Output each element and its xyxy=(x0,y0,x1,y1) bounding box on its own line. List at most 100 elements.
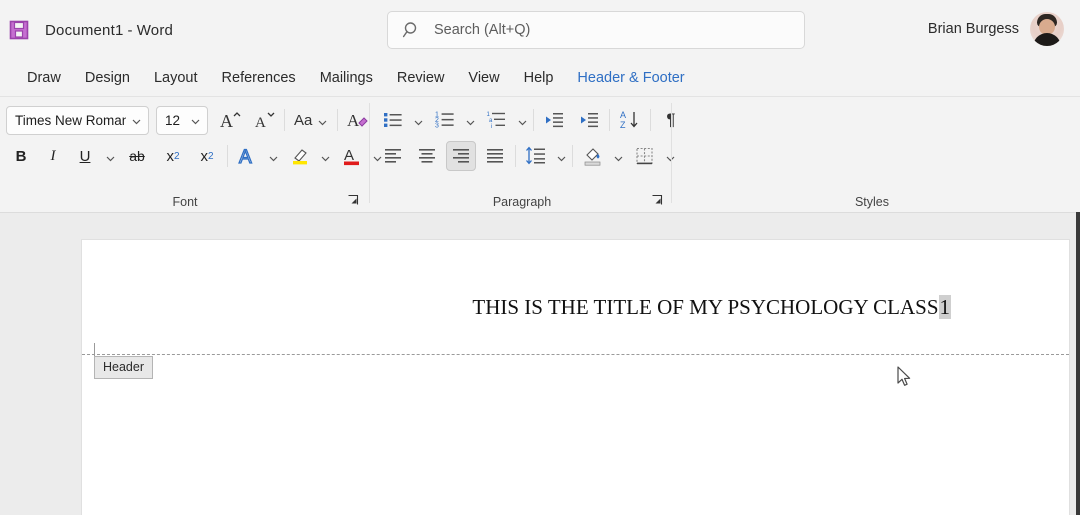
chevron-down-icon[interactable] xyxy=(105,151,116,162)
divider xyxy=(650,109,651,131)
svg-text:A: A xyxy=(344,147,354,164)
header-title-text: THIS IS THE TITLE OF MY PSYCHOLOGY CLASS xyxy=(472,295,938,319)
svg-text:A: A xyxy=(255,115,266,131)
align-justify-icon[interactable] xyxy=(480,141,510,171)
document-page[interactable]: THIS IS THE TITLE OF MY PSYCHOLOGY CLASS… xyxy=(81,239,1070,515)
align-right-icon[interactable] xyxy=(446,141,476,171)
strikethrough-button[interactable]: ab xyxy=(122,141,152,171)
align-center-icon[interactable] xyxy=(412,141,442,171)
divider xyxy=(369,103,370,203)
document-name: Document1 xyxy=(45,22,124,39)
svg-text:A: A xyxy=(347,111,360,130)
tab-help[interactable]: Help xyxy=(513,66,565,90)
chevron-down-icon[interactable] xyxy=(465,115,476,126)
chevron-down-icon[interactable] xyxy=(268,151,279,162)
chevron-down-icon[interactable] xyxy=(413,115,424,126)
tab-review[interactable]: Review xyxy=(386,66,456,90)
document-title: Document1-Word xyxy=(45,22,173,39)
svg-text:i: i xyxy=(491,124,492,130)
svg-text:3: 3 xyxy=(435,123,439,130)
header-text[interactable]: THIS IS THE TITLE OF MY PSYCHOLOGY CLASS… xyxy=(472,295,951,320)
vertical-scrollbar[interactable] xyxy=(1076,212,1080,515)
divider xyxy=(337,109,338,131)
italic-button[interactable]: I xyxy=(38,141,68,171)
bold-button[interactable]: B xyxy=(6,141,36,171)
font-family-combo[interactable]: Times New Roman xyxy=(6,106,149,135)
shading-icon[interactable] xyxy=(578,141,608,171)
divider xyxy=(515,145,516,167)
tab-references[interactable]: References xyxy=(211,66,307,90)
chevron-down-icon[interactable] xyxy=(613,151,624,162)
app-name: Word xyxy=(137,22,173,39)
divider xyxy=(227,145,228,167)
title-separator: - xyxy=(128,22,133,39)
tab-header-and-footer[interactable]: Header & Footer xyxy=(566,66,695,90)
font-dialog-launcher-icon[interactable] xyxy=(347,194,360,207)
search-icon xyxy=(402,20,422,40)
sort-az-icon[interactable]: AZ xyxy=(615,105,645,135)
chevron-down-icon[interactable] xyxy=(317,115,328,126)
mouse-pointer-icon xyxy=(897,366,913,390)
change-case-icon[interactable]: Aa xyxy=(290,105,332,135)
search-box[interactable]: Search (Alt+Q) xyxy=(387,11,805,49)
title-bar: Document1-Word Search (Alt+Q) Brian Burg… xyxy=(0,0,1080,60)
superscript-button[interactable]: x2 xyxy=(192,141,222,171)
chevron-down-icon[interactable] xyxy=(556,151,567,162)
font-size-combo[interactable]: 12 xyxy=(156,106,208,135)
header-boundary-line xyxy=(82,354,1069,355)
tab-view[interactable]: View xyxy=(457,66,510,90)
font-family-value: Times New Roman xyxy=(15,113,126,128)
borders-icon[interactable] xyxy=(630,141,660,171)
underline-button[interactable]: U xyxy=(70,141,100,171)
paragraph-row-2 xyxy=(378,141,676,171)
svg-text:Z: Z xyxy=(620,120,626,130)
align-left-icon[interactable] xyxy=(378,141,408,171)
text-effects-icon[interactable]: A xyxy=(233,141,263,171)
svg-text:A: A xyxy=(220,111,233,131)
document-canvas[interactable]: THIS IS THE TITLE OF MY PSYCHOLOGY CLASS… xyxy=(0,212,1080,515)
tab-design[interactable]: Design xyxy=(74,66,141,90)
divider xyxy=(284,109,285,131)
account-area[interactable]: Brian Burgess xyxy=(928,12,1064,46)
ribbon: Times New Roman 12 A A xyxy=(0,96,1080,212)
tab-draw[interactable]: Draw xyxy=(16,66,72,90)
page-number-field[interactable]: 1 xyxy=(939,295,952,319)
group-font: Times New Roman 12 A A xyxy=(0,97,370,213)
save-floppy-icon[interactable] xyxy=(5,16,33,44)
divider xyxy=(609,109,610,131)
tab-mailings[interactable]: Mailings xyxy=(309,66,384,90)
divider xyxy=(572,145,573,167)
chevron-down-icon[interactable] xyxy=(320,151,331,162)
group-label-paragraph: Paragraph xyxy=(372,195,672,209)
svg-text:A: A xyxy=(239,147,252,168)
avatar-body xyxy=(1033,33,1061,46)
avatar[interactable] xyxy=(1030,12,1064,46)
tab-layout[interactable]: Layout xyxy=(143,66,209,90)
font-color-icon[interactable]: A xyxy=(337,141,367,171)
chevron-down-icon[interactable] xyxy=(517,115,528,126)
subscript-base: x xyxy=(166,148,174,165)
ribbon-tabs: Draw Design Layout References Mailings R… xyxy=(0,60,1080,96)
numbered-list-icon[interactable]: 123 xyxy=(430,105,460,135)
increase-indent-icon[interactable] xyxy=(574,105,604,135)
font-row-1: Times New Roman 12 A A xyxy=(6,105,373,135)
subscript-button[interactable]: x2 xyxy=(158,141,188,171)
grow-font-icon[interactable]: A xyxy=(215,105,245,135)
divider xyxy=(533,109,534,131)
bullet-list-icon[interactable] xyxy=(378,105,408,135)
paragraph-dialog-launcher-icon[interactable] xyxy=(651,194,664,207)
chevron-down-icon[interactable] xyxy=(190,115,201,126)
shrink-font-icon[interactable]: A xyxy=(249,105,279,135)
line-spacing-icon[interactable] xyxy=(521,141,551,171)
decrease-indent-icon[interactable] xyxy=(539,105,569,135)
multilevel-list-icon[interactable]: 1ai xyxy=(482,105,512,135)
text-highlight-icon[interactable] xyxy=(285,141,315,171)
account-name: Brian Burgess xyxy=(928,21,1019,37)
change-case-label: Aa xyxy=(294,112,312,129)
word-window: Document1-Word Search (Alt+Q) Brian Burg… xyxy=(0,0,1080,515)
superscript-base: x xyxy=(200,148,208,165)
search-input[interactable]: Search (Alt+Q) xyxy=(434,22,530,38)
font-row-2: B I U ab x2 x2 A xyxy=(6,141,383,171)
chevron-down-icon[interactable] xyxy=(131,115,142,126)
svg-text:A: A xyxy=(620,110,626,120)
